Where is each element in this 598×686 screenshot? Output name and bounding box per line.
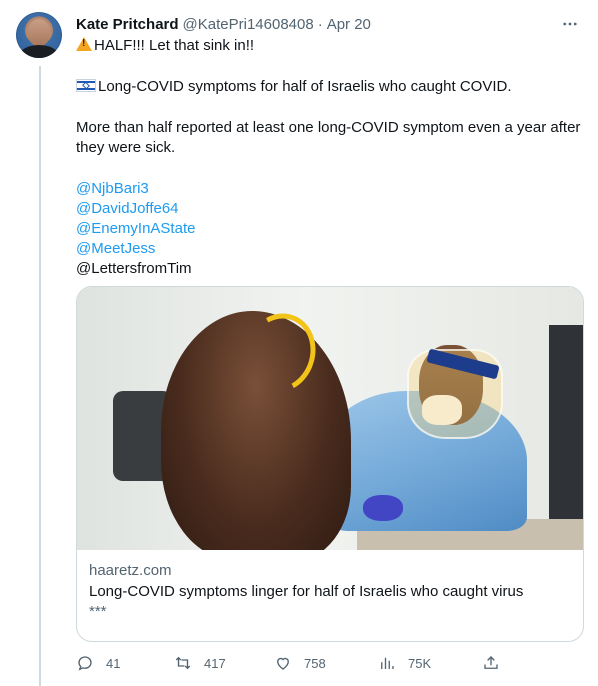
heart-icon [277, 657, 289, 670]
like-button[interactable]: 758 [274, 654, 326, 672]
separator: · [317, 15, 323, 33]
warning-icon [76, 37, 92, 51]
avatar-shirt [20, 45, 58, 58]
avatar[interactable] [16, 12, 62, 58]
share-button[interactable] [482, 654, 500, 672]
thread-line [39, 66, 41, 686]
tweet-line-1: HALF!!! Let that sink in!! [76, 36, 584, 56]
retweet-count: 417 [204, 655, 226, 671]
mention-link[interactable]: @MeetJess [76, 239, 584, 259]
israel-flag-icon [76, 79, 96, 92]
tweet-line-2: Long-COVID symptoms for half of Israelis… [76, 77, 584, 97]
more-icon [563, 22, 577, 26]
tweet-line-2-text: Long-COVID symptoms for half of Israelis… [98, 78, 512, 95]
views-count: 75K [408, 655, 432, 671]
link-card[interactable]: haaretz.com Long-COVID symptoms linger f… [76, 286, 584, 642]
more-button[interactable] [558, 12, 582, 36]
avatar-head [28, 19, 50, 46]
card-description: *** [89, 603, 107, 620]
analytics-icon [381, 657, 394, 669]
action-bar: 41 417 758 75K [76, 652, 506, 674]
card-title: Long-COVID symptoms linger for half of I… [89, 583, 524, 600]
tweet-line-3: More than half reported at least one lon… [76, 119, 581, 156]
mention-link[interactable]: @EnemyInAState [76, 219, 584, 239]
retweet-button[interactable]: 417 [174, 654, 226, 672]
tweet-date[interactable]: Apr 20 [327, 16, 371, 33]
reply-count: 41 [106, 655, 121, 671]
author-handle[interactable]: @KatePri14608408 [183, 16, 314, 33]
card-meta: haaretz.com Long-COVID symptoms linger f… [77, 550, 583, 622]
mention-link[interactable]: @NjbBari3 [76, 179, 584, 199]
author-name[interactable]: Kate Pritchard [76, 16, 179, 33]
like-count: 758 [304, 655, 326, 671]
share-icon [484, 656, 498, 669]
reply-icon [78, 656, 92, 671]
reply-button[interactable]: 41 [76, 654, 120, 672]
card-image[interactable] [77, 287, 583, 550]
mention-link[interactable]: @DavidJoffe64 [76, 199, 584, 219]
card-domain: haaretz.com [89, 562, 172, 579]
tweet-text: HALF!!! Let that sink in!! Long-COVID sy… [76, 36, 584, 279]
tweet-header: Kate Pritchard @KatePri14608408 · Apr 20 [76, 14, 582, 34]
views-button[interactable]: 75K [378, 654, 431, 672]
tweet-line-1-text: HALF!!! Let that sink in!! [94, 37, 255, 54]
mention-text: @LettersfromTim [76, 260, 192, 277]
retweet-icon [175, 656, 191, 670]
